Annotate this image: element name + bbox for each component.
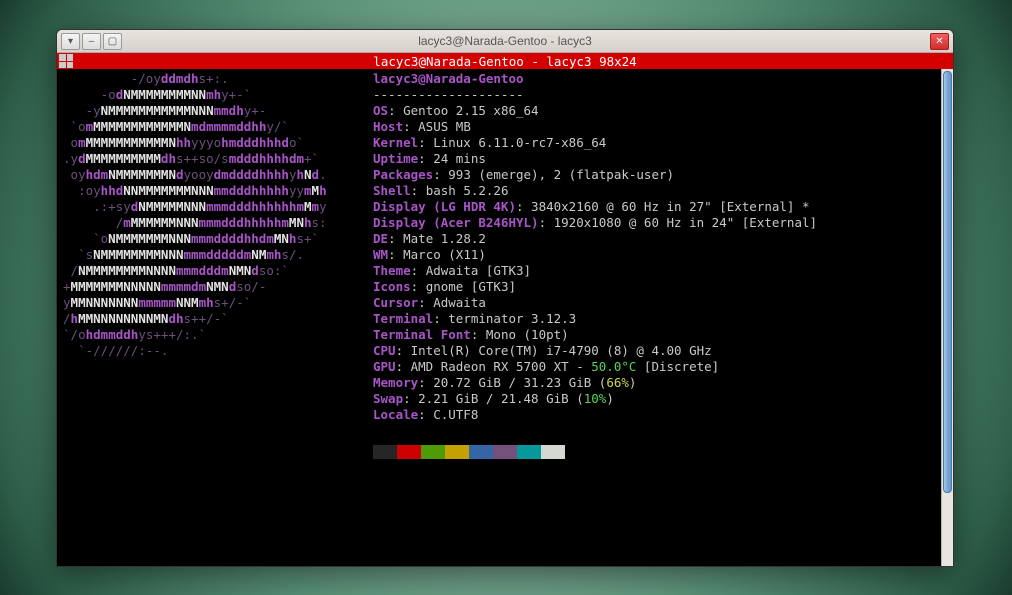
- desktop-background: ▾ – ▢ lacyc3@Narada-Gentoo - lacyc3 ✕ la…: [0, 0, 1012, 595]
- terminal-line: /mMMMMMMNNNmmmdddhhhhhmMNhs:Display (Ace…: [63, 215, 937, 231]
- scrollbar-thumb[interactable]: [943, 71, 952, 493]
- color-swatch: [397, 445, 421, 459]
- terminal-line: `-//////:--.CPU: Intel(R) Core(TM) i7-47…: [63, 343, 937, 359]
- color-swatch: [445, 445, 469, 459]
- terminal-line: oyhdmNMMMMMMMNdyooydmddddhhhhyhNd.Packag…: [63, 167, 937, 183]
- minimize-button[interactable]: –: [82, 33, 101, 50]
- terminal-line: /NMMMMMMMMNNNNmmmdddmNMNdso:`Theme: Adwa…: [63, 263, 937, 279]
- color-swatch: [421, 445, 445, 459]
- terminal-line: Swap: 2.21 GiB / 21.48 GiB (10%): [63, 391, 937, 407]
- color-swatch: [541, 445, 565, 459]
- terminal-line: `omMMMMMMMMMMMMNmdmmmmddhhy/`Host: ASUS …: [63, 119, 937, 135]
- terminal-line: .:+sydNMMMMMNNNmmmdddhhhhhhmMmyDisplay (…: [63, 199, 937, 215]
- terminal-line: -yNMMMMMMMMMMMNNNmmdhy+-OS: Gentoo 2.15 …: [63, 103, 937, 119]
- terminator-tab-label: lacyc3@Narada-Gentoo - lacyc3 98x24: [373, 54, 636, 69]
- terminal-line: [63, 423, 937, 439]
- terminal-window: ▾ – ▢ lacyc3@Narada-Gentoo - lacyc3 ✕ la…: [56, 29, 954, 567]
- terminal-line: omMMMMMMMMMMMNhhyyyohmdddhhhdo`Kernel: L…: [63, 135, 937, 151]
- terminal-content[interactable]: -/oyddmdhs+:.lacyc3@Narada-Gentoo -odNMM…: [57, 69, 941, 566]
- terminal-line: `sNMMMMMMMMNNNmmmdddddmNMmhs/.WM: Marco …: [63, 247, 937, 263]
- terminal-line: -/oyddmdhs+:.lacyc3@Narada-Gentoo: [63, 71, 937, 87]
- terminal-line: yMMNNNNNNNmmmmmNNMmhs+/-`Cursor: Adwaita: [63, 295, 937, 311]
- color-swatch: [469, 445, 493, 459]
- color-swatch: [373, 445, 397, 459]
- terminal-line: -odNMMMMMMMMNNmhy+-`--------------------: [63, 87, 937, 103]
- terminal-line: +MMMMMMMNNNNNmmmmdmNMNdso/-Icons: gnome …: [63, 279, 937, 295]
- terminal-line: :oyhhdNNMMMMMMMNNNmmdddhhhhhyymMhShell: …: [63, 183, 937, 199]
- titlebar[interactable]: ▾ – ▢ lacyc3@Narada-Gentoo - lacyc3 ✕: [57, 30, 953, 53]
- scrollbar-track[interactable]: [941, 69, 953, 566]
- color-swatches: [373, 445, 937, 467]
- close-button[interactable]: ✕: [930, 33, 949, 50]
- terminal-line: `oNMMMMMMMNNNmmmddddhhdmMNhs+`DE: Mate 1…: [63, 231, 937, 247]
- terminal-line: GPU: AMD Radeon RX 5700 XT - 50.0°C [Dis…: [63, 359, 937, 375]
- color-swatch: [517, 445, 541, 459]
- color-swatch: [493, 445, 517, 459]
- terminal-line: `/ohdmmddhys+++/:.`Terminal Font: Mono (…: [63, 327, 937, 343]
- terminal-line: Locale: C.UTF8: [63, 407, 937, 423]
- terminator-icon: [59, 54, 73, 68]
- terminal-line: Memory: 20.72 GiB / 31.23 GiB (66%): [63, 375, 937, 391]
- window-title: lacyc3@Narada-Gentoo - lacyc3: [57, 34, 953, 48]
- maximize-button[interactable]: ▢: [103, 33, 122, 50]
- terminal-line: .ydMMMMMMMMMMdhs++so/smdddhhhhdm+`Uptime…: [63, 151, 937, 167]
- menu-button[interactable]: ▾: [61, 33, 80, 50]
- terminator-tab-bar[interactable]: lacyc3@Narada-Gentoo - lacyc3 98x24: [57, 53, 953, 69]
- terminal-line: /hMMNNNNNNNNMNdhs++/-`Terminal: terminat…: [63, 311, 937, 327]
